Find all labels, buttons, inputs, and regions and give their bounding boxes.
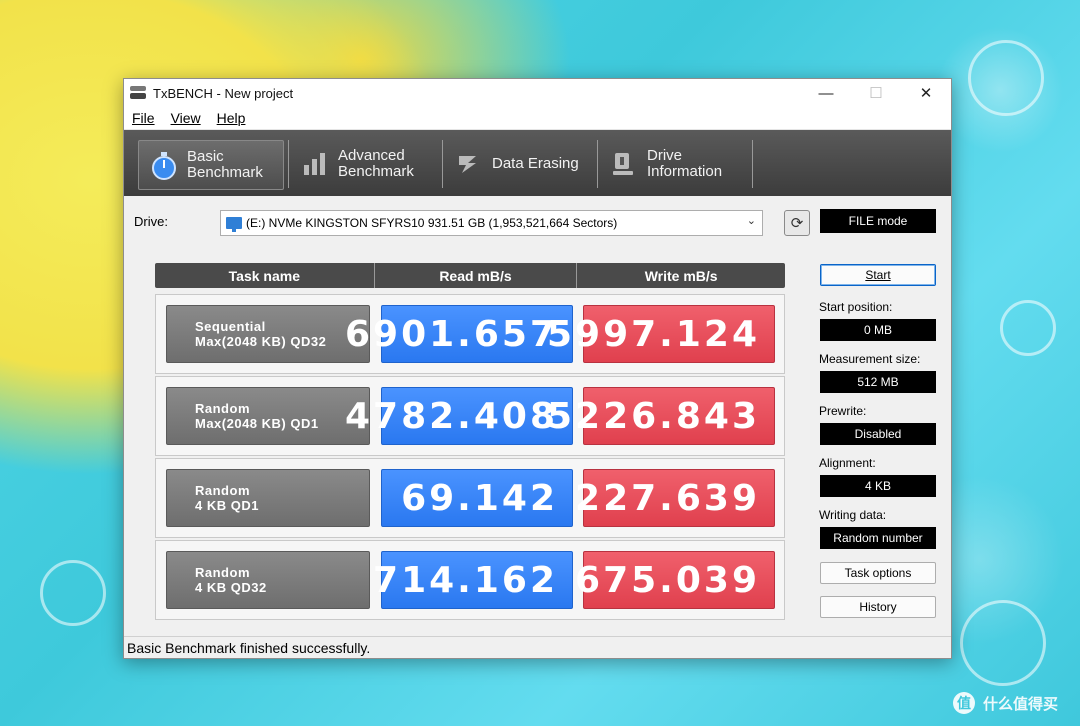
main-toolbar: Basic Benchmark Advanced Benchmark Data Er…	[124, 130, 951, 196]
wallpaper-bubble	[960, 600, 1046, 686]
wallpaper-bubble	[40, 560, 106, 626]
result-row-random-qd1-max: Random Max(2048 KB) QD1 4782.408 5226.84…	[155, 376, 785, 456]
wallpaper-bubble	[968, 40, 1044, 116]
task-name-line1: Random	[195, 401, 250, 416]
writing-data-label: Writing data:	[819, 508, 887, 522]
task-button[interactable]: Random 4 KB QD1	[166, 469, 370, 527]
history-label: History	[859, 600, 897, 614]
close-button[interactable]: ✕	[901, 79, 951, 107]
write-value: 675.039	[575, 551, 775, 609]
read-value: 714.162	[373, 551, 573, 609]
task-button[interactable]: Random Max(2048 KB) QD1	[166, 387, 370, 445]
title-bar[interactable]: TxBENCH - New project — ☐ ✕	[124, 79, 951, 107]
drive-select[interactable]: (E:) NVMe KINGSTON SFYRS10 931.51 GB (1,…	[220, 210, 763, 236]
tab-label: Benchmark	[338, 163, 414, 180]
bar-chart-icon	[302, 151, 328, 177]
mode-badge: FILE mode	[820, 209, 936, 233]
alignment-value[interactable]: 4 KB	[820, 475, 936, 497]
task-name-line2: Max(2048 KB) QD1	[195, 416, 319, 431]
tab-label: Data Erasing	[492, 155, 579, 172]
measurement-size-label: Measurement size:	[819, 352, 921, 366]
tab-label: Advanced	[338, 147, 405, 164]
header-task-name: Task name	[155, 263, 375, 288]
task-button[interactable]: Random 4 KB QD32	[166, 551, 370, 609]
header-read: Read mB/s	[375, 263, 578, 288]
write-value: 5997.124	[547, 305, 775, 363]
write-value: 227.639	[575, 469, 775, 527]
tab-data-erasing[interactable]: Data Erasing	[444, 140, 594, 188]
drive-info-icon	[611, 151, 637, 177]
result-row-random-4k-qd32: Random 4 KB QD32 714.162 675.039	[155, 540, 785, 620]
task-name-line2: 4 KB QD1	[195, 498, 259, 513]
status-bar: Basic Benchmark finished successfully.	[124, 636, 951, 658]
prewrite-label: Prewrite:	[819, 404, 867, 418]
measurement-size-value[interactable]: 512 MB	[820, 371, 936, 393]
toolbar-separator	[597, 140, 598, 188]
task-name-line2: 4 KB QD32	[195, 580, 267, 595]
alignment-label: Alignment:	[819, 456, 876, 470]
read-value: 6901.657	[345, 305, 573, 363]
drive-label: Drive:	[134, 214, 168, 229]
chevron-down-icon: ⌄	[746, 215, 756, 227]
watermark-logo-icon: 值	[952, 692, 975, 714]
refresh-button[interactable]: ⟳	[784, 210, 810, 236]
task-options-label: Task options	[844, 566, 912, 580]
task-name-line2: Max(2048 KB) QD32	[195, 334, 327, 349]
wallpaper-bubble	[1000, 300, 1056, 356]
menu-bar: File View Help	[124, 107, 951, 130]
toolbar-separator	[752, 140, 753, 188]
menu-view[interactable]: View	[171, 110, 201, 126]
task-name-line1: Sequential	[195, 319, 266, 334]
start-position-label: Start position:	[819, 300, 893, 314]
header-write: Write mB/s	[644, 267, 718, 284]
read-value: 69.142	[381, 469, 573, 527]
app-drive-icon	[130, 86, 146, 100]
writing-data-value[interactable]: Random number	[820, 527, 936, 549]
eraser-icon	[456, 151, 482, 177]
task-options-button[interactable]: Task options	[820, 562, 936, 584]
prewrite-value[interactable]: Disabled	[820, 423, 936, 445]
tab-label: Information	[647, 163, 723, 180]
menu-help[interactable]: Help	[217, 110, 246, 126]
monitor-drive-icon	[226, 217, 242, 232]
watermark: 值 什么值得买	[952, 692, 1058, 714]
history-button[interactable]: History	[820, 596, 936, 618]
status-text: Basic Benchmark finished successfully.	[127, 639, 371, 656]
maximize-button[interactable]: ☐	[851, 79, 901, 107]
start-button[interactable]: Start	[820, 264, 936, 286]
result-row-random-4k-qd1: Random 4 KB QD1 69.142 227.639	[155, 458, 785, 538]
tab-drive-information[interactable]: Drive Information	[599, 140, 749, 188]
tab-advanced-benchmark[interactable]: Advanced Benchmark	[290, 140, 440, 188]
tab-basic-benchmark[interactable]: Basic Benchmark	[138, 140, 284, 190]
start-position-value[interactable]: 0 MB	[820, 319, 936, 341]
tab-label: Benchmark	[187, 164, 263, 181]
start-button-label: Start	[865, 268, 891, 282]
result-row-sequential-qd32: Sequential Max(2048 KB) QD32 6901.657 59…	[155, 294, 785, 374]
menu-file[interactable]: File	[132, 110, 155, 126]
results-header: Task name Read mB/s Write mB/s	[155, 263, 785, 288]
minimize-button[interactable]: —	[801, 79, 851, 107]
write-value: 5226.843	[547, 387, 775, 445]
task-name-line1: Random	[195, 565, 250, 580]
tab-label: Basic	[187, 148, 224, 165]
watermark-text: 什么值得买	[982, 695, 1058, 713]
toolbar-separator	[288, 140, 289, 188]
stopwatch-icon	[151, 152, 177, 180]
toolbar-separator	[442, 140, 443, 188]
drive-select-value: (E:) NVMe KINGSTON SFYRS10 931.51 GB (1,…	[246, 216, 618, 230]
drive-row: Drive: (E:) NVMe KINGSTON SFYRS10 931.51…	[134, 210, 824, 236]
tab-label: Drive	[647, 147, 683, 164]
app-window: TxBENCH - New project — ☐ ✕ File View He…	[123, 78, 952, 659]
task-name-line1: Random	[195, 483, 250, 498]
read-value: 4782.408	[345, 387, 573, 445]
refresh-icon: ⟳	[790, 215, 804, 232]
task-button[interactable]: Sequential Max(2048 KB) QD32	[166, 305, 370, 363]
window-title: TxBENCH - New project	[153, 85, 294, 101]
